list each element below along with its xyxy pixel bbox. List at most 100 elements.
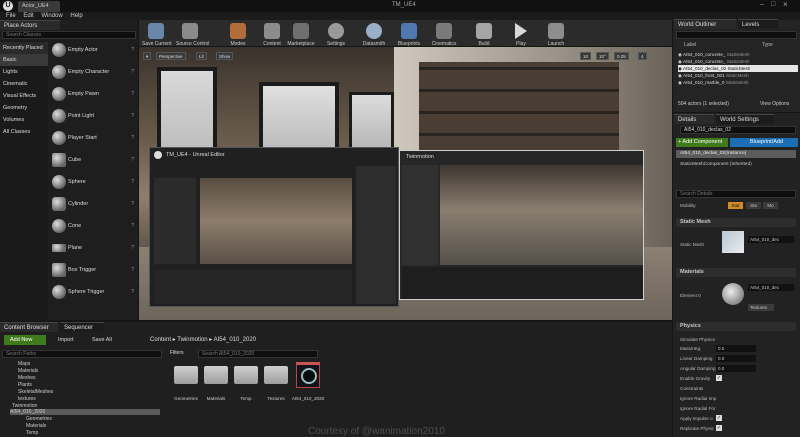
static-mesh-value[interactable]: AI54_010_dec [748, 236, 794, 243]
outliner-row[interactable]: ◉ AI54_010_concrete_ StaticMesh [678, 58, 798, 65]
help-icon[interactable]: ? [131, 91, 134, 97]
category-lights[interactable]: Lights [0, 66, 48, 78]
gravity-checkbox[interactable]: ✓ [716, 375, 722, 381]
filters-button[interactable]: Filters [170, 350, 184, 356]
physics-header[interactable]: Physics [676, 322, 796, 331]
category-all-classes[interactable]: All Classes [0, 126, 48, 138]
replicate-checkbox[interactable]: ✓ [716, 425, 722, 431]
import-button[interactable]: Import [52, 335, 82, 345]
help-icon[interactable]: ? [131, 179, 134, 185]
tree-sub-materials[interactable]: Materials [26, 423, 46, 429]
help-icon[interactable]: ? [131, 201, 134, 207]
help-icon[interactable]: ? [131, 47, 134, 53]
rotation-snap-value[interactable]: 10° [596, 52, 609, 60]
help-icon[interactable]: ? [131, 289, 134, 295]
add-new-button[interactable]: Add New [4, 335, 46, 345]
folder-icon[interactable] [174, 366, 198, 384]
mobility-movable[interactable]: Mo [763, 202, 778, 209]
menu-window[interactable]: Window [41, 12, 62, 20]
tree-plants[interactable]: Plants [18, 382, 32, 388]
close-icon[interactable]: × [783, 0, 788, 9]
tab-world-settings[interactable]: World Settings [716, 114, 774, 124]
folder-icon[interactable] [204, 366, 228, 384]
menu-edit[interactable]: Edit [23, 12, 33, 20]
actor-name-field[interactable]: AI54_010_declas_02 [680, 126, 796, 134]
menu-file[interactable]: File [6, 12, 16, 20]
grid-snap-value[interactable]: 10 [580, 52, 592, 60]
category-basic[interactable]: Basic [0, 54, 48, 66]
place-actors-search[interactable]: Search Classes [2, 31, 136, 39]
physics-linear-value[interactable]: 0.0 [716, 355, 756, 362]
actor-cone[interactable]: Cone? [50, 216, 137, 238]
category-geometry[interactable]: Geometry [0, 102, 48, 114]
tree-temp[interactable]: Temp [26, 430, 38, 436]
blueprint-add-button[interactable]: Blueprint/Add [730, 138, 798, 147]
perspective-button[interactable]: Perspective [156, 52, 186, 60]
actor-point-light[interactable]: Point Light? [50, 106, 137, 128]
help-icon[interactable]: ? [131, 113, 134, 119]
view-options-button[interactable]: View Options [760, 101, 789, 107]
tree-meshes[interactable]: Meshes [18, 375, 36, 381]
mobility-stationary[interactable]: Sta [746, 202, 761, 209]
tree-materials[interactable]: Materials [18, 368, 38, 374]
minimize-icon[interactable]: – [760, 1, 764, 8]
outliner-row-selected[interactable]: ◉ AI54_010_declas_02 StaticMesh [678, 65, 798, 72]
window-tab[interactable]: Actor_UE4 [18, 1, 60, 12]
actor-cylinder[interactable]: Cylinder? [50, 194, 137, 216]
level-asset-thumbnail[interactable] [296, 362, 320, 388]
add-component-button[interactable]: + Add Component [676, 138, 728, 147]
tree-maps[interactable]: Maps [18, 361, 30, 367]
instance-row[interactable]: AI54_010_declas_02(Instance) [676, 150, 796, 158]
actor-plane[interactable]: Plane? [50, 238, 137, 260]
breadcrumb-folder[interactable]: AI54_010_2020 [214, 337, 256, 343]
element-value[interactable]: AI54_010_dec [748, 284, 794, 291]
outliner-row[interactable]: ◉ AI54_010_concrete_ StaticMesh [678, 51, 798, 58]
breadcrumb-content[interactable]: Content [150, 337, 171, 343]
lit-button[interactable]: Lit [196, 52, 207, 60]
help-icon[interactable]: ? [131, 267, 134, 273]
physics-angular-value[interactable]: 0.0 [716, 365, 756, 372]
help-icon[interactable]: ? [131, 245, 134, 251]
physics-mass-value[interactable]: 0.0 [716, 345, 756, 352]
outliner-row[interactable]: ◉ AI54_010_marble_0 StaticMesh [678, 79, 798, 86]
actor-empty-character[interactable]: Empty Character? [50, 62, 137, 84]
help-icon[interactable]: ? [131, 157, 134, 163]
tree-ai54-folder[interactable]: AI54_010_2020 [10, 409, 160, 415]
mobility-static[interactable]: Stat [728, 202, 743, 209]
tab-details[interactable]: Details [674, 114, 714, 124]
folder-icon[interactable] [234, 366, 258, 384]
tab-sequencer[interactable]: Sequencer [60, 322, 104, 332]
actor-empty-actor[interactable]: Empty Actor? [50, 40, 137, 62]
category-recently-placed[interactable]: Recently Placed [0, 42, 48, 54]
apply-impulse-checkbox[interactable]: ✓ [716, 415, 722, 421]
outliner-row[interactable]: ◉ AI54_010_front_001 StaticMesh [678, 72, 798, 79]
category-volumes[interactable]: Volumes [0, 114, 48, 126]
help-icon[interactable]: ? [131, 69, 134, 75]
category-cinematic[interactable]: Cinematic [0, 78, 48, 90]
camera-speed-value[interactable]: 4 [638, 52, 647, 60]
tree-skeletal-meshes[interactable]: SkeletalMeshes [18, 389, 53, 395]
viewport-menu-button[interactable]: ▾ [143, 52, 152, 60]
help-icon[interactable]: ? [131, 135, 134, 141]
tab-place-actors[interactable]: Place Actors [0, 20, 60, 30]
component-row[interactable]: StaticMeshComponent (Inherited) [680, 162, 752, 167]
actor-player-start[interactable]: Player Start? [50, 128, 137, 150]
textures-dropdown[interactable]: Textures [748, 304, 774, 311]
menu-help[interactable]: Help [70, 12, 82, 20]
search-paths-input[interactable]: Search Paths [2, 350, 162, 358]
tab-levels[interactable]: Levels [738, 19, 778, 29]
details-search[interactable]: Search Details [676, 190, 796, 198]
show-button[interactable]: Show [216, 52, 234, 60]
static-mesh-header[interactable]: Static Mesh [676, 218, 796, 227]
tab-content-browser[interactable]: Content Browser [0, 322, 58, 332]
viewport[interactable]: TM_UE4 - Unreal Editor Twinmotion [139, 47, 672, 320]
actor-sphere-trigger[interactable]: Sphere Trigger? [50, 282, 137, 304]
actor-sphere[interactable]: Sphere? [50, 172, 137, 194]
actor-cube[interactable]: Cube? [50, 150, 137, 172]
tree-textures[interactable]: textures [18, 396, 36, 402]
tab-world-outliner[interactable]: World Outliner [674, 19, 736, 29]
maximize-icon[interactable]: □ [771, 1, 775, 8]
materials-header[interactable]: Materials [676, 268, 796, 277]
help-icon[interactable]: ? [131, 223, 134, 229]
save-all-button[interactable]: Save All [86, 335, 122, 345]
